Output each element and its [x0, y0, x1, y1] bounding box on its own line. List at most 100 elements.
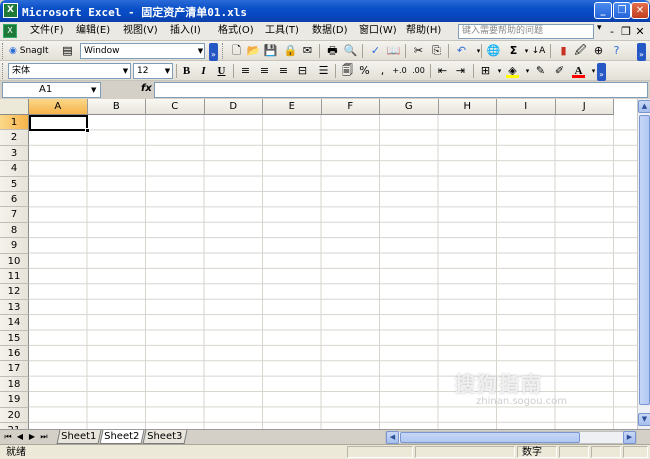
- snagit-settings-icon[interactable]: ▤: [60, 44, 75, 58]
- print-icon[interactable]: 🖶: [325, 44, 340, 58]
- select-all-button[interactable]: [0, 99, 29, 115]
- toolbar-options-icon[interactable]: »: [597, 63, 606, 81]
- toolbar-grip[interactable]: [2, 63, 5, 79]
- first-sheet-icon[interactable]: ⏮: [3, 431, 13, 443]
- menu-data[interactable]: 数据(D): [312, 23, 348, 39]
- insert-function-icon[interactable]: fx: [141, 83, 152, 94]
- open-icon[interactable]: 📂: [246, 44, 261, 58]
- snagit-button[interactable]: ◉ SnagIt: [9, 44, 49, 58]
- menu-window[interactable]: 窗口(W): [359, 23, 397, 39]
- chevron-down-icon[interactable]: ▼: [162, 63, 173, 79]
- row-header-20[interactable]: 20: [0, 407, 29, 423]
- column-header-e[interactable]: E: [263, 99, 322, 115]
- align-center-icon[interactable]: ≡: [257, 64, 272, 78]
- merge-center-icon[interactable]: ⊟: [295, 64, 310, 78]
- bold-button[interactable]: B: [179, 64, 194, 78]
- column-header-j[interactable]: J: [555, 99, 614, 115]
- scroll-left-icon[interactable]: ◀: [386, 431, 399, 444]
- vertical-scrollbar[interactable]: ▲ ▼: [637, 99, 650, 429]
- new-icon[interactable]: 🗋: [229, 44, 244, 58]
- row-header-18[interactable]: 18: [0, 376, 29, 393]
- borders-icon[interactable]: ⊞: [478, 64, 493, 78]
- copy-icon[interactable]: ⎘: [429, 44, 444, 58]
- row-header-12[interactable]: 12: [0, 284, 29, 300]
- doc-restore-button[interactable]: ❐: [620, 25, 632, 38]
- help-search-input[interactable]: 键入需要帮助的问题: [458, 24, 594, 39]
- last-sheet-icon[interactable]: ⏭: [39, 431, 49, 443]
- chart-wizard-icon[interactable]: ▮: [556, 44, 571, 58]
- active-cell[interactable]: [29, 115, 88, 131]
- drawing-icon[interactable]: 🖉: [573, 44, 588, 58]
- help-icon[interactable]: ?: [609, 44, 624, 58]
- menu-format[interactable]: 格式(O): [218, 23, 254, 39]
- vertical-scroll-thumb[interactable]: [639, 115, 650, 405]
- horizontal-scrollbar[interactable]: ◀ ▶: [385, 431, 637, 444]
- format-painter-icon[interactable]: ✐: [552, 64, 567, 78]
- chevron-down-icon[interactable]: ▼: [120, 63, 131, 79]
- restore-button[interactable]: ❐: [613, 2, 631, 19]
- prev-sheet-icon[interactable]: ◀: [15, 431, 25, 443]
- doc-minimize-button[interactable]: -: [606, 25, 618, 38]
- cut-icon[interactable]: ✂: [411, 44, 426, 58]
- column-header-f[interactable]: F: [321, 99, 380, 115]
- row-header-1[interactable]: 1: [0, 115, 29, 131]
- column-header-h[interactable]: H: [438, 99, 497, 115]
- menu-insert[interactable]: 插入(I): [170, 23, 201, 39]
- row-header-6[interactable]: 6: [0, 192, 29, 208]
- menu-view[interactable]: 视图(V): [123, 23, 158, 39]
- chevron-down-icon[interactable]: ▼: [195, 43, 206, 59]
- row-header-4[interactable]: 4: [0, 161, 29, 177]
- align-right-icon[interactable]: ≡: [276, 64, 291, 78]
- row-header-9[interactable]: 9: [0, 238, 29, 254]
- toolbar-grip[interactable]: [2, 43, 5, 59]
- toolbar-options-icon[interactable]: »: [637, 43, 646, 61]
- doc-close-button[interactable]: ✕: [634, 25, 646, 38]
- undo-icon[interactable]: ↶: [454, 44, 469, 58]
- sort-icon[interactable]: ↓A: [531, 44, 546, 58]
- chevron-down-icon[interactable]: ▼: [91, 86, 96, 94]
- undo-dropdown-icon[interactable]: ▾: [471, 44, 486, 58]
- row-header-10[interactable]: 10: [0, 253, 29, 269]
- row-header-17[interactable]: 17: [0, 361, 29, 377]
- toolbar-grip[interactable]: [222, 43, 225, 59]
- column-header-i[interactable]: I: [497, 99, 556, 115]
- name-box[interactable]: A1: [2, 82, 101, 98]
- column-header-a[interactable]: A: [29, 99, 88, 115]
- tab-sheet3[interactable]: Sheet3: [142, 430, 188, 444]
- increase-indent-icon[interactable]: ⇥: [453, 64, 468, 78]
- font-color-icon[interactable]: A: [571, 64, 586, 78]
- row-header-8[interactable]: 8: [0, 222, 29, 239]
- tab-sheet1[interactable]: Sheet1: [56, 430, 102, 444]
- scroll-right-icon[interactable]: ▶: [623, 431, 636, 444]
- menu-help[interactable]: 帮助(H): [406, 23, 441, 39]
- scroll-down-icon[interactable]: ▼: [638, 413, 650, 426]
- column-header-b[interactable]: B: [87, 99, 146, 115]
- row-header-2[interactable]: 2: [0, 130, 29, 146]
- capture-target-select[interactable]: Window: [80, 43, 205, 59]
- row-header-16[interactable]: 16: [0, 346, 29, 362]
- currency-icon[interactable]: 🗐: [340, 64, 355, 78]
- title-bar[interactable]: X Microsoft Excel - 固定资产清单01.xls _ ❐ ✕: [0, 0, 650, 22]
- font-name-select[interactable]: 宋体: [8, 63, 131, 79]
- toolbar-options-icon[interactable]: »: [209, 43, 218, 61]
- column-header-g[interactable]: G: [380, 99, 439, 115]
- formula-input[interactable]: [154, 82, 648, 98]
- row-header-15[interactable]: 15: [0, 330, 29, 346]
- cell-grid[interactable]: [29, 115, 637, 429]
- horizontal-scroll-thumb[interactable]: [400, 432, 580, 443]
- column-header-d[interactable]: D: [204, 99, 263, 115]
- close-button[interactable]: ✕: [631, 2, 649, 19]
- row-header-3[interactable]: 3: [0, 145, 29, 162]
- permission-icon[interactable]: 🔒: [283, 44, 298, 58]
- comma-button[interactable]: ,: [375, 64, 390, 78]
- decrease-decimal-icon[interactable]: .00: [411, 64, 426, 78]
- justify-icon[interactable]: ☰: [316, 64, 331, 78]
- row-header-14[interactable]: 14: [0, 315, 29, 331]
- increase-decimal-icon[interactable]: +.0: [392, 64, 407, 78]
- menu-edit[interactable]: 编辑(E): [76, 23, 110, 39]
- document-icon[interactable]: X: [3, 24, 17, 38]
- next-sheet-icon[interactable]: ▶: [27, 431, 37, 443]
- fill-color-icon[interactable]: ◈: [505, 64, 520, 78]
- scroll-up-icon[interactable]: ▲: [638, 100, 650, 113]
- excel-icon[interactable]: X: [3, 3, 18, 18]
